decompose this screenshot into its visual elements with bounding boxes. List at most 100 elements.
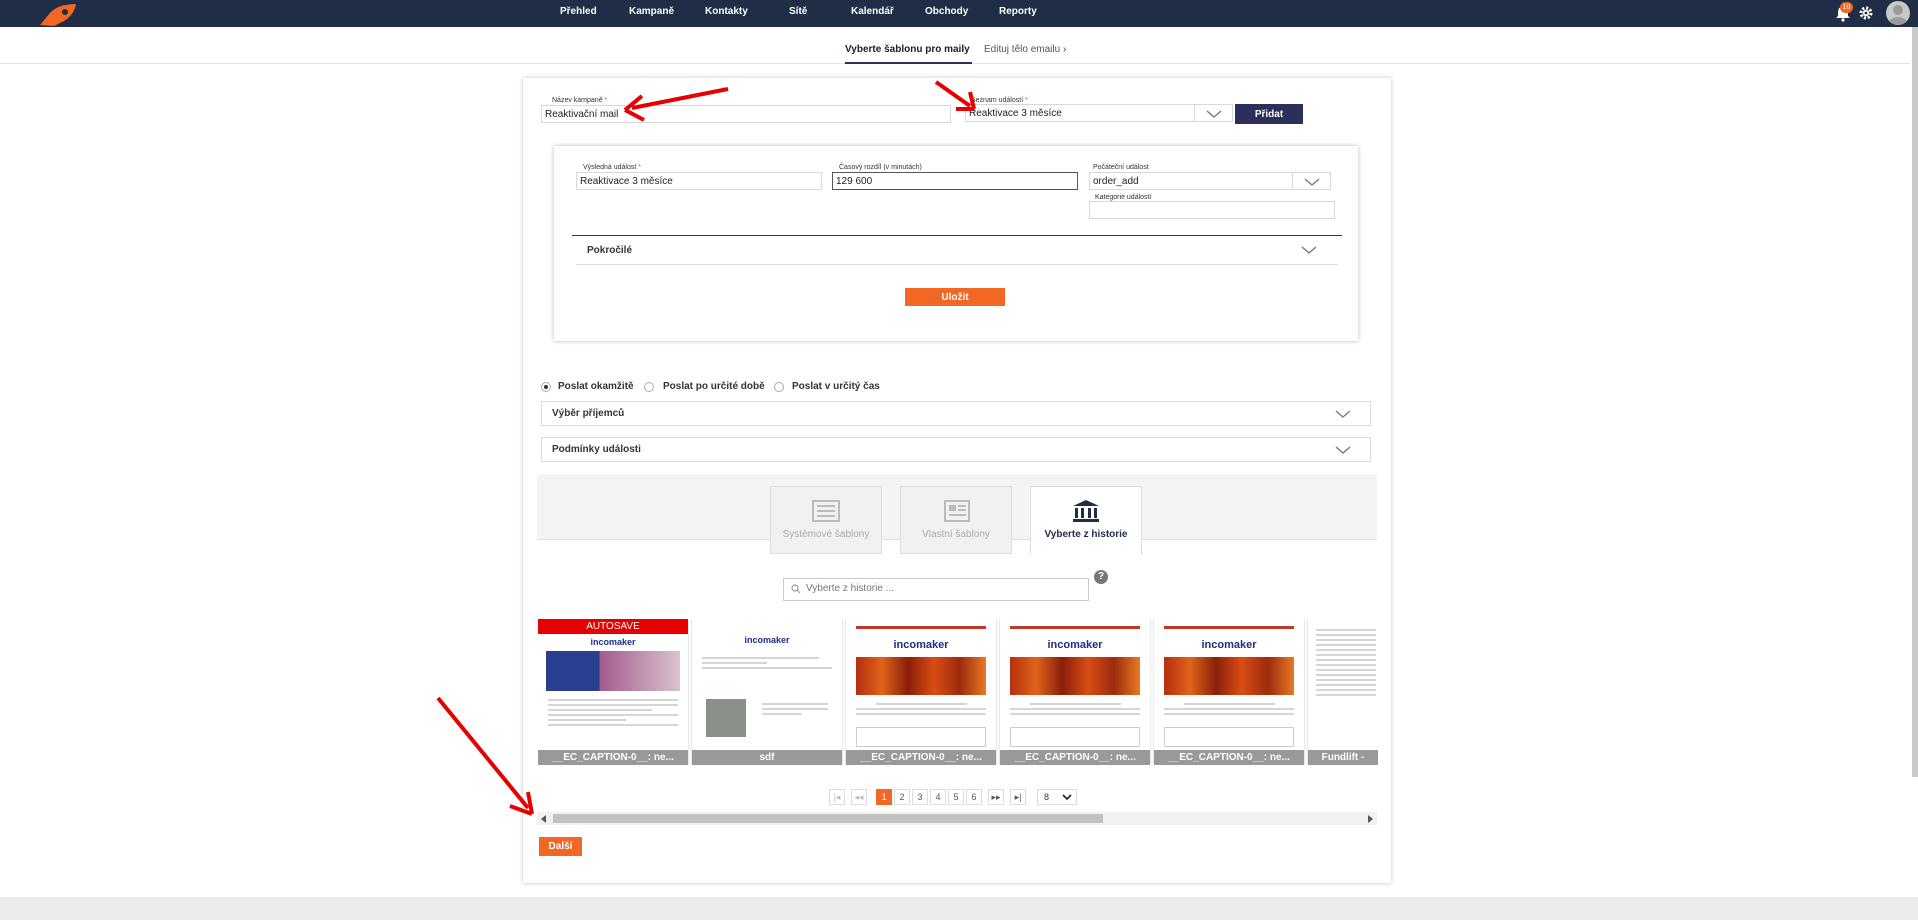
conditions-accordion[interactable]: Podmínky události: [541, 437, 1371, 462]
advanced-toggle[interactable]: Pokročilé: [587, 245, 632, 256]
step1-chevron-icon: ›: [961, 44, 965, 55]
page-2[interactable]: 2: [894, 789, 910, 805]
recipients-accordion[interactable]: Výběr příjemců: [541, 401, 1371, 426]
step2-chevron-icon: ›: [1063, 44, 1067, 55]
scroll-right-icon[interactable]: [1368, 815, 1373, 823]
search-icon: [791, 584, 801, 594]
template-thumbnail[interactable]: incomaker __EC_CAPTION-0__: ne...: [1154, 619, 1304, 765]
prev-page-button[interactable]: ◂◂: [851, 789, 867, 805]
template-thumbnail[interactable]: incomaker __EC_CAPTION-0__: ne...: [846, 619, 996, 765]
thumbnail-caption: sdf: [692, 750, 842, 765]
help-icon[interactable]: ?: [1094, 570, 1108, 584]
send-after-label[interactable]: Poslat po určité době: [663, 381, 765, 392]
step-edit-body[interactable]: Edituj tělo emailu: [984, 44, 1060, 55]
page-5[interactable]: 5: [948, 789, 964, 805]
add-event-button[interactable]: Přidat: [1235, 104, 1303, 124]
step-select-template[interactable]: Vyberte šablonu pro maily: [845, 44, 970, 55]
tab-history-label: Vyberte z historie: [1044, 529, 1128, 540]
thumbnail-photo: [706, 699, 746, 737]
thumbnail-caption: __EC_CAPTION-0__: ne...: [1000, 750, 1150, 765]
page-3[interactable]: 3: [912, 789, 928, 805]
thumbnail-banner: [856, 657, 986, 695]
page-size-select[interactable]: 8: [1037, 789, 1077, 805]
last-page-button[interactable]: ▸|: [1010, 789, 1026, 805]
chevron-down-icon: [1335, 410, 1351, 418]
avatar[interactable]: [1886, 1, 1910, 25]
tab-history[interactable]: Vyberte z historie: [1030, 486, 1142, 555]
scrollbar-thumb[interactable]: [553, 814, 1103, 823]
annotation-arrow-icon: [934, 80, 976, 111]
thumbnail-brand: incomaker: [590, 637, 636, 647]
campaign-name-label: Název kampaně *: [552, 97, 608, 104]
next-button[interactable]: Další: [539, 837, 582, 856]
nav-kampane[interactable]: Kampaně: [629, 6, 674, 17]
start-event-dropdown[interactable]: [1293, 172, 1331, 190]
advanced-divider: [572, 235, 1342, 236]
thumbnail-redbar: [856, 626, 986, 629]
thumbnail-caption: Fundlift -: [1308, 750, 1378, 765]
save-button[interactable]: Uložit: [905, 288, 1005, 306]
history-search-input[interactable]: Vyberte z historie ...: [783, 578, 1089, 601]
send-now-label[interactable]: Poslat okamžitě: [558, 381, 634, 392]
thumbnail-caption: __EC_CAPTION-0__: ne...: [538, 750, 688, 765]
thumbnail-brand: incomaker: [1047, 639, 1103, 651]
template-thumbnail[interactable]: Fundlift -: [1308, 619, 1378, 765]
tab-system-templates[interactable]: Systémové šablony: [770, 486, 882, 554]
thumbnail-brand: incomaker: [893, 639, 949, 651]
nav-kontakty[interactable]: Kontakty: [705, 6, 748, 17]
top-navbar: Přehled Kampaně Kontakty Sítě Kalendář O…: [0, 0, 1918, 27]
thumbnail-box: [1164, 727, 1294, 747]
thumbnail-redbar: [1164, 626, 1294, 629]
send-now-radio[interactable]: [541, 382, 551, 392]
campaign-name-input[interactable]: [541, 105, 951, 123]
nav-obchody[interactable]: Obchody: [925, 6, 968, 17]
thumbnail-text-lines: [702, 657, 832, 672]
nav-kalendar[interactable]: Kalendář: [851, 6, 894, 17]
send-after-radio[interactable]: [644, 382, 654, 392]
nav-site[interactable]: Sítě: [789, 6, 807, 17]
thumbnail-text-lines: [856, 703, 986, 718]
bank-icon: [1073, 500, 1099, 522]
thumbnail-banner: [1164, 657, 1294, 695]
template-thumbnail[interactable]: incomaker sdf: [692, 619, 842, 765]
tab-own-label: Vlastní šablony: [922, 529, 990, 540]
annotation-arrow-icon: [623, 87, 729, 122]
advanced-bottom-line: [576, 264, 1338, 265]
page-1[interactable]: 1: [876, 789, 892, 805]
scroll-left-icon[interactable]: [541, 815, 546, 823]
page-4[interactable]: 4: [930, 789, 946, 805]
page-size-value: 8: [1044, 792, 1050, 802]
thumbnail-box: [1010, 727, 1140, 747]
thumbnail-text-lines: [548, 699, 678, 729]
vertical-scrollbar[interactable]: [1912, 27, 1918, 777]
send-at-label[interactable]: Poslat v určitý čas: [792, 381, 880, 392]
event-settings-panel: Výsledná událost * Časový rozdíl (v minu…: [554, 146, 1358, 341]
conditions-title: Podmínky události: [552, 444, 641, 455]
gear-icon[interactable]: [1858, 5, 1874, 21]
nav-reporty[interactable]: Reporty: [999, 6, 1037, 17]
thumbnail-banner: [546, 651, 680, 691]
chevron-down-icon[interactable]: [1300, 244, 1318, 256]
first-page-button[interactable]: |◂: [829, 789, 845, 805]
event-list-select[interactable]: [965, 104, 1195, 122]
nav-prehled[interactable]: Přehled: [560, 6, 597, 17]
page-6[interactable]: 6: [966, 789, 982, 805]
event-list-dropdown[interactable]: [1195, 104, 1233, 122]
result-event-input[interactable]: [576, 172, 822, 190]
thumbnails-scrollbar[interactable]: [537, 812, 1377, 825]
time-diff-input[interactable]: [832, 172, 1078, 190]
thumbnail-banner: [1010, 657, 1140, 695]
chevron-down-icon: [1206, 110, 1222, 118]
tab-own-templates[interactable]: Vlastní šablony: [900, 486, 1012, 554]
recipients-title: Výběr příjemců: [552, 408, 625, 419]
start-event-select[interactable]: [1089, 172, 1293, 190]
next-page-button[interactable]: ▸▸: [988, 789, 1004, 805]
template-thumbnail[interactable]: incomaker __EC_CAPTION-0__: ne...: [1000, 619, 1150, 765]
thumbnail-brand: incomaker: [1201, 639, 1257, 651]
rocket-logo[interactable]: [34, 1, 82, 28]
thumbnail-text-lines: [1316, 629, 1376, 699]
time-diff-label: Časový rozdíl (v minutách): [839, 164, 922, 171]
template-thumbnail[interactable]: AUTOSAVE incomaker __EC_CAPTION-0__: ne.…: [538, 619, 688, 765]
send-at-radio[interactable]: [774, 382, 784, 392]
event-category-input[interactable]: [1089, 201, 1335, 219]
